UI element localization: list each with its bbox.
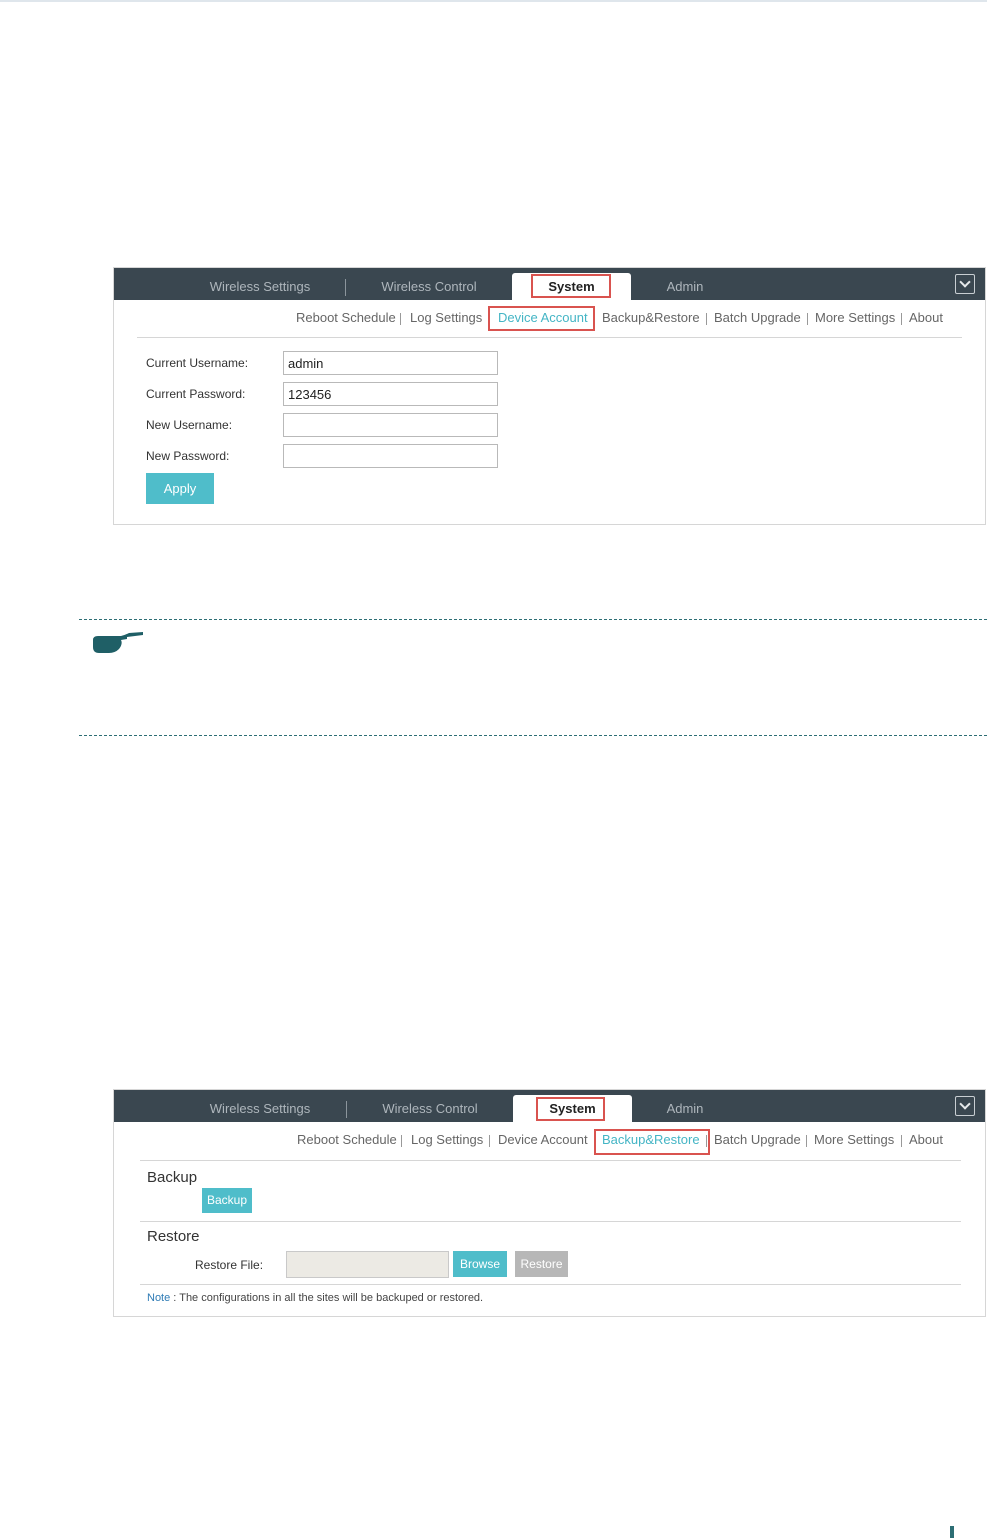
subnav-more-settings[interactable]: More Settings bbox=[815, 310, 895, 325]
new-password-label: New Password: bbox=[146, 449, 230, 463]
tab-wireless-control[interactable]: Wireless Control bbox=[372, 268, 486, 300]
subnav-separator bbox=[806, 1135, 807, 1147]
chevron-down-icon[interactable] bbox=[955, 274, 975, 294]
backup-restore-screenshot: Wireless Settings Wireless Control Syste… bbox=[113, 1089, 986, 1317]
subnav-device-account[interactable]: Device Account bbox=[498, 1132, 588, 1147]
note-bottom-rule bbox=[79, 735, 987, 736]
tab-wireless-control[interactable]: Wireless Control bbox=[373, 1090, 487, 1122]
current-password-input[interactable] bbox=[283, 382, 498, 406]
tab-admin[interactable]: Admin bbox=[654, 1090, 716, 1122]
subnav-backup-restore[interactable]: Backup&Restore bbox=[602, 310, 700, 325]
note-message: : The configurations in all the sites wi… bbox=[170, 1292, 484, 1304]
new-username-label: New Username: bbox=[146, 418, 233, 432]
browse-button[interactable]: Browse bbox=[453, 1251, 507, 1277]
backup-section-title: Backup bbox=[147, 1169, 198, 1186]
pointing-hand-icon bbox=[93, 632, 143, 653]
subnav-reboot-schedule[interactable]: Reboot Schedule bbox=[297, 1132, 397, 1147]
device-account-screenshot: Wireless Settings Wireless Control Syste… bbox=[113, 267, 986, 525]
subnav-reboot-schedule[interactable]: Reboot Schedule bbox=[296, 310, 396, 325]
subnav-separator bbox=[489, 1135, 490, 1147]
note-top-rule bbox=[79, 619, 987, 620]
subnav-batch-upgrade[interactable]: Batch Upgrade bbox=[714, 310, 801, 325]
restore-section-title: Restore bbox=[147, 1228, 200, 1245]
system-tab-highlight bbox=[536, 1097, 605, 1121]
backup-restore-highlight bbox=[594, 1129, 710, 1155]
subnav-separator bbox=[400, 313, 401, 325]
subnav-more-settings[interactable]: More Settings bbox=[814, 1132, 894, 1147]
subnav-log-settings[interactable]: Log Settings bbox=[411, 1132, 483, 1147]
tab-wireless-settings[interactable]: Wireless Settings bbox=[204, 268, 316, 300]
note-label: Note bbox=[147, 1292, 171, 1304]
subnav-batch-upgrade[interactable]: Batch Upgrade bbox=[714, 1132, 801, 1147]
subnav-separator bbox=[901, 313, 902, 325]
divider bbox=[140, 1160, 961, 1161]
divider bbox=[140, 1284, 961, 1285]
subnav-separator bbox=[401, 1135, 402, 1147]
subnav-about[interactable]: About bbox=[909, 1132, 943, 1147]
restore-file-label: Restore File: bbox=[195, 1258, 264, 1272]
backup-button[interactable]: Backup bbox=[202, 1188, 252, 1213]
current-username-input[interactable] bbox=[283, 351, 498, 375]
page-corner-mark bbox=[950, 1526, 954, 1538]
tab-separator bbox=[345, 279, 346, 296]
restore-file-input[interactable] bbox=[286, 1251, 449, 1278]
current-username-label: Current Username: bbox=[146, 356, 249, 370]
divider bbox=[140, 1221, 961, 1222]
tab-separator bbox=[346, 1101, 347, 1118]
divider bbox=[137, 337, 962, 338]
page-top-rule bbox=[0, 0, 987, 2]
tab-admin[interactable]: Admin bbox=[654, 268, 716, 300]
subnav-separator bbox=[901, 1135, 902, 1147]
chevron-down-icon[interactable] bbox=[955, 1096, 975, 1116]
device-account-highlight bbox=[488, 306, 595, 331]
tab-wireless-settings[interactable]: Wireless Settings bbox=[204, 1090, 316, 1122]
subnav-separator bbox=[706, 313, 707, 325]
subnav-log-settings[interactable]: Log Settings bbox=[410, 310, 482, 325]
system-tab-highlight bbox=[531, 274, 611, 298]
subnav-separator bbox=[807, 313, 808, 325]
note-text: Note : The configurations in all the sit… bbox=[147, 1292, 483, 1304]
new-password-input[interactable] bbox=[283, 444, 498, 468]
apply-button[interactable]: Apply bbox=[146, 473, 214, 504]
current-password-label: Current Password: bbox=[146, 387, 246, 401]
sub-nav: Reboot Schedule Log Settings Device Acco… bbox=[114, 1132, 985, 1152]
subnav-about[interactable]: About bbox=[909, 310, 943, 325]
new-username-input[interactable] bbox=[283, 413, 498, 437]
restore-button[interactable]: Restore bbox=[515, 1251, 568, 1277]
